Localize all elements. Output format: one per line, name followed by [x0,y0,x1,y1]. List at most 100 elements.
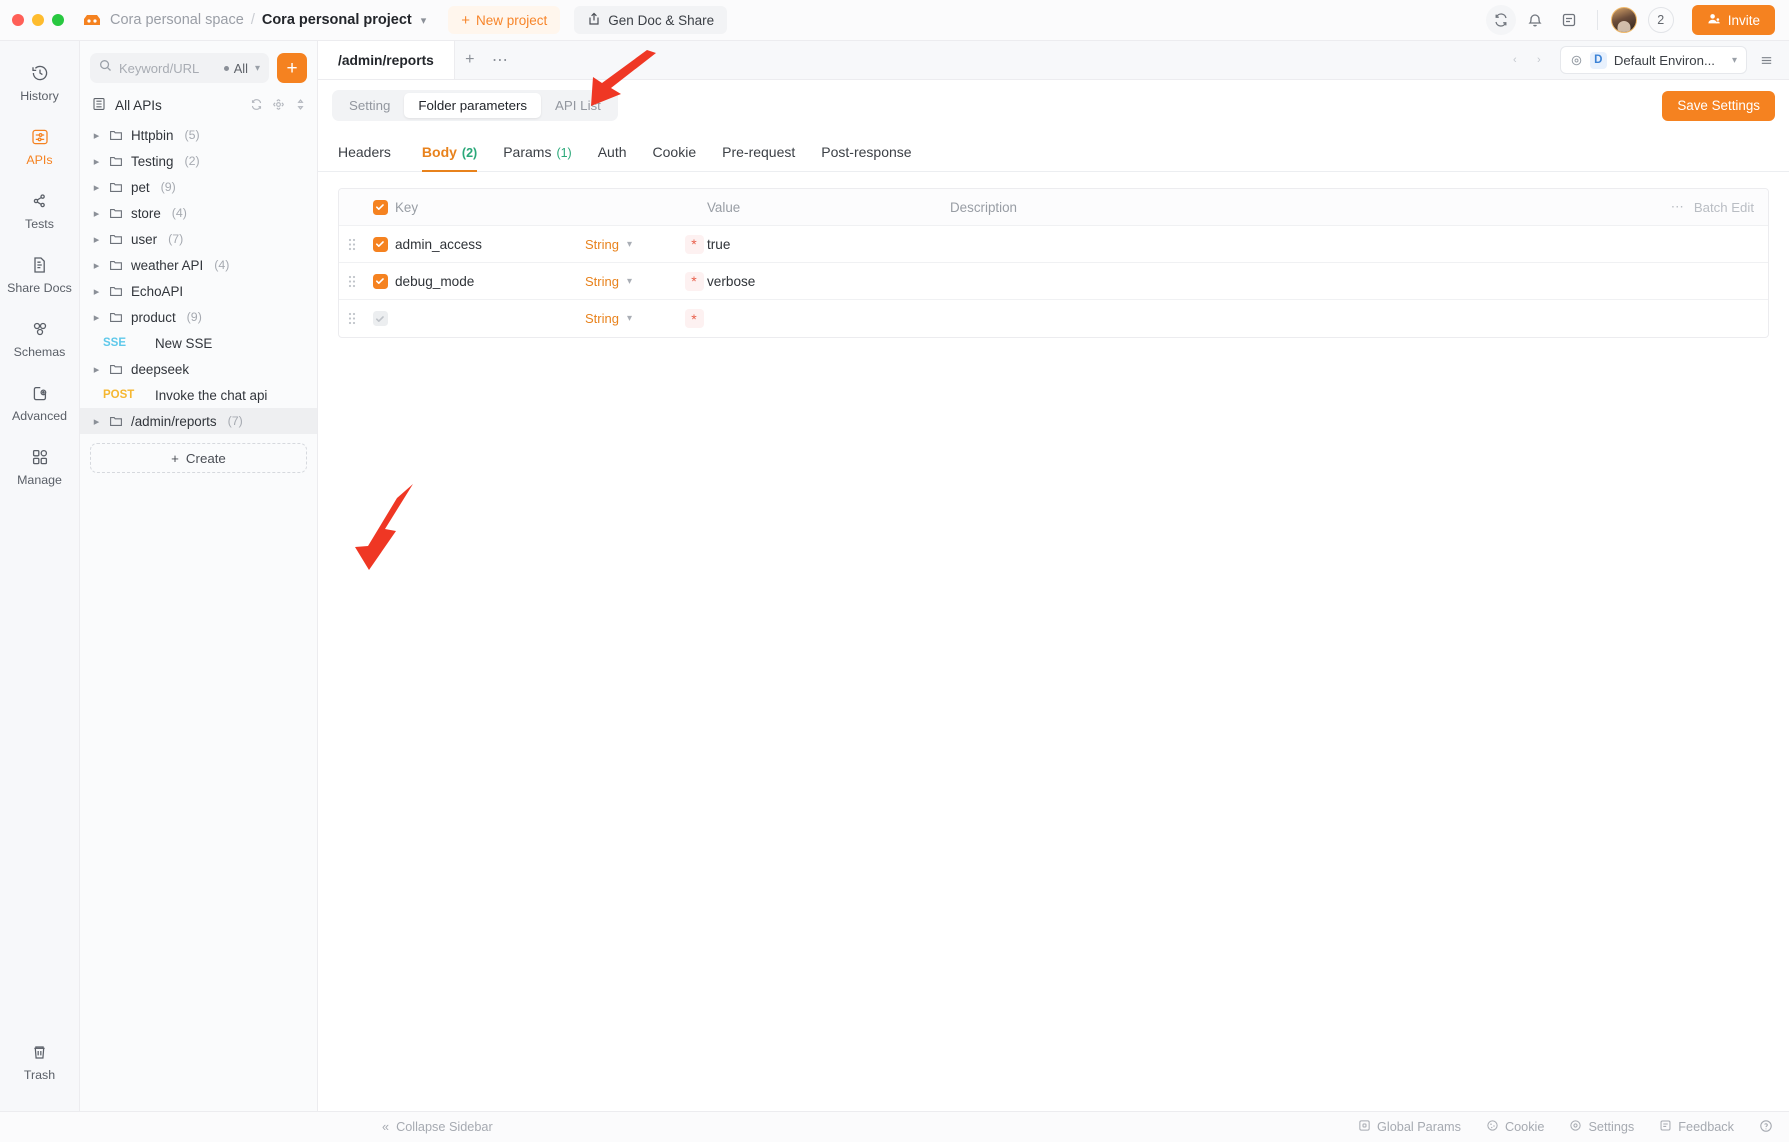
rail-item-history[interactable]: History [4,53,76,110]
sort-icon[interactable] [294,98,307,114]
row-checkbox[interactable] [365,273,395,289]
cookie-button[interactable]: Cookie [1486,1119,1544,1135]
tree-node-httpbin[interactable]: ▸ Httpbin (5) [80,122,317,148]
rail-item-share-docs[interactable]: Share Docs [4,245,76,302]
gear-icon[interactable] [1570,54,1583,67]
notification-bell-icon[interactable] [1520,5,1550,35]
global-params-button[interactable]: Global Params [1358,1119,1461,1135]
refresh-icon[interactable] [250,98,263,114]
new-tab-button[interactable]: + [455,41,485,79]
row-key-input[interactable]: admin_access [395,237,585,252]
chevron-right-icon[interactable]: ▸ [90,181,103,194]
tree-node-admin-reports[interactable]: ▸ /admin/reports (7) [80,408,317,434]
tab-headers[interactable]: Headers [338,135,396,171]
breadcrumb-space[interactable]: Cora personal space [110,12,244,28]
tree-node-new-sse[interactable]: SSE New SSE [80,330,317,356]
help-button[interactable] [1759,1119,1773,1136]
collapse-sidebar-button[interactable]: « Collapse Sidebar [382,1120,493,1134]
minimize-window-button[interactable] [32,14,44,26]
nav-prev-button[interactable]: ‹ [1504,45,1526,75]
feedback-button[interactable]: Feedback [1659,1119,1734,1135]
row-value-input[interactable]: true [707,237,950,252]
tab-params[interactable]: Params (1) [503,135,572,171]
tree-node-store[interactable]: ▸ store (4) [80,200,317,226]
tab-api-list[interactable]: API List [541,93,615,118]
row-checkbox[interactable] [365,311,395,326]
tab-pre-request[interactable]: Pre-request [722,135,795,171]
table-row[interactable]: String ▾ * [339,300,1768,337]
table-row[interactable]: admin_access String ▾ * true [339,226,1768,263]
row-required-toggle[interactable]: * [681,271,707,291]
row-type-select[interactable]: String ▾ [585,311,681,326]
row-key-input[interactable]: debug_mode [395,274,585,289]
drag-handle-icon[interactable] [339,312,365,325]
locate-target-icon[interactable] [272,98,285,114]
row-type-select[interactable]: String ▾ [585,237,681,252]
all-apis-row[interactable]: All APIs [80,91,317,120]
chevron-down-icon[interactable]: ▾ [1732,55,1737,66]
search-input[interactable]: Keyword/URL All ▾ [90,53,269,83]
tree-node-testing[interactable]: ▸ Testing (2) [80,148,317,174]
member-count-badge[interactable]: 2 [1647,7,1674,33]
tree-node-product[interactable]: ▸ product (9) [80,304,317,330]
chevron-right-icon[interactable]: ▸ [90,233,103,246]
chevron-right-icon[interactable]: ▸ [90,207,103,220]
row-type-select[interactable]: String ▾ [585,274,681,289]
tab-body[interactable]: Body (2) [421,135,478,172]
environment-selector[interactable]: D Default Environ... ▾ [1559,46,1747,74]
close-window-button[interactable] [12,14,24,26]
document-tab-admin-reports[interactable]: /admin/reports [318,41,455,79]
chevron-right-icon[interactable]: ▸ [90,363,103,376]
drag-handle-icon[interactable] [339,275,365,288]
select-all-checkbox[interactable] [365,199,395,215]
settings-button[interactable]: Settings [1569,1119,1634,1135]
tree-node-echoapi[interactable]: ▸ EchoAPI [80,278,317,304]
chevron-right-icon[interactable]: ▸ [90,259,103,272]
row-checkbox[interactable] [365,236,395,252]
table-row[interactable]: debug_mode String ▾ * verbose [339,263,1768,300]
breadcrumb-project[interactable]: Cora personal project [262,12,412,28]
maximize-window-button[interactable] [52,14,64,26]
create-button[interactable]: + Create [90,443,307,473]
drag-handle-icon[interactable] [339,238,365,251]
new-project-button[interactable]: + New project [448,6,561,34]
rail-item-trash[interactable]: Trash [4,1032,76,1089]
tab-cookie[interactable]: Cookie [653,135,697,171]
rail-item-apis[interactable]: APIs [4,117,76,174]
chevron-right-icon[interactable]: ▸ [90,129,103,142]
rail-item-schemas[interactable]: Schemas [4,309,76,366]
chevron-right-icon[interactable]: ▸ [90,285,103,298]
row-value-input[interactable]: verbose [707,274,950,289]
rail-item-tests[interactable]: Tests [4,181,76,238]
chevron-right-icon[interactable]: ▸ [90,415,103,428]
tab-auth[interactable]: Auth [598,135,627,171]
add-api-button[interactable]: + [277,53,307,83]
chevron-right-icon[interactable]: ▸ [90,155,103,168]
save-settings-button[interactable]: Save Settings [1662,90,1775,121]
tree-node-pet[interactable]: ▸ pet (9) [80,174,317,200]
tree-node-weather-api[interactable]: ▸ weather API (4) [80,252,317,278]
tab-setting[interactable]: Setting [335,93,404,118]
chevron-down-icon[interactable]: ▾ [255,63,260,74]
rail-item-advanced[interactable]: Advanced [4,373,76,430]
chevron-down-icon[interactable]: ▾ [421,14,427,27]
row-required-toggle[interactable]: * [681,234,707,254]
nav-next-button[interactable]: › [1528,45,1550,75]
table-more-button[interactable]: ⋯ [1671,199,1684,215]
tab-more-button[interactable]: ⋯ [485,41,515,79]
notes-panel-icon[interactable] [1554,5,1584,35]
batch-edit-button[interactable]: Batch Edit [1694,200,1754,215]
gen-doc-share-button[interactable]: Gen Doc & Share [574,6,728,34]
refresh-sync-icon[interactable] [1485,5,1516,35]
tree-node-deepseek[interactable]: ▸ deepseek [80,356,317,382]
search-filter-select[interactable]: All [223,61,248,76]
invite-button[interactable]: Invite [1691,5,1775,35]
tree-node-user[interactable]: ▸ user (7) [80,226,317,252]
chevron-right-icon[interactable]: ▸ [90,311,103,324]
user-avatar[interactable] [1610,7,1637,33]
rail-item-manage[interactable]: Manage [4,437,76,494]
tab-folder-parameters[interactable]: Folder parameters [404,93,542,118]
environment-menu-button[interactable] [1753,46,1779,74]
tab-post-response[interactable]: Post-response [821,135,911,171]
row-required-toggle[interactable]: * [681,309,707,328]
